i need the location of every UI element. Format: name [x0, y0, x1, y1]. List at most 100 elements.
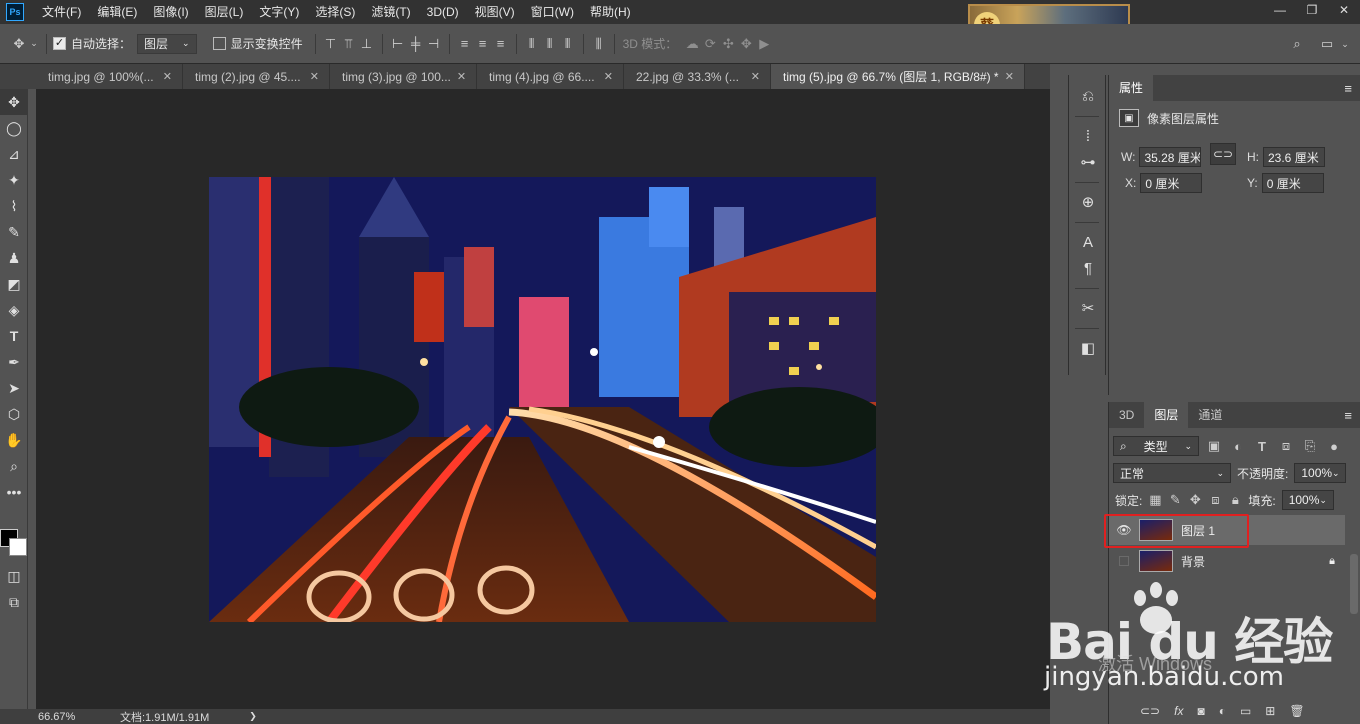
eyedropper-tool[interactable]: ⌇	[0, 193, 28, 219]
adjustments-icon[interactable]: ⊶	[1069, 149, 1107, 175]
distribute-top-icon[interactable]: ≡	[456, 35, 474, 53]
quick-mask-tool[interactable]: ◫	[0, 563, 28, 589]
zoom-tool[interactable]: ⌕	[0, 453, 28, 479]
shape-tool[interactable]: ⬡	[0, 401, 28, 427]
path-select-tool[interactable]: ➤	[0, 375, 28, 401]
magic-wand-tool[interactable]: ✦	[0, 167, 28, 193]
tab-3d[interactable]: 3D	[1109, 402, 1144, 428]
document-image[interactable]	[209, 177, 876, 622]
close-button[interactable]: ✕	[1328, 0, 1360, 20]
link-layers-icon[interactable]: ⊂⊃	[1140, 704, 1160, 718]
tab-timg[interactable]: timg.jpg @ 100%(... ✕	[36, 64, 183, 89]
layer-filter-dropdown[interactable]: ⌕ 类型 ⌄	[1113, 436, 1199, 456]
fx-icon[interactable]: fx	[1174, 704, 1183, 718]
tab-timg-4[interactable]: timg (4).jpg @ 66.... ✕	[477, 64, 624, 89]
align-left-icon[interactable]: ⊢	[389, 35, 407, 53]
distribute-left-icon[interactable]: ⦀	[523, 35, 541, 53]
auto-select-target-dropdown[interactable]: 图层 ⌄	[137, 33, 197, 54]
layer-row-background[interactable]: 背景 🔒︎	[1109, 546, 1345, 576]
3d-camera-icon[interactable]: ▶	[755, 35, 773, 53]
clone-source-icon[interactable]: ⊕	[1069, 189, 1107, 215]
layers-scrollbar[interactable]	[1350, 554, 1358, 614]
navigator-icon[interactable]: ◧	[1069, 335, 1107, 361]
lock-transparent-icon[interactable]: ▦	[1148, 491, 1162, 509]
auto-select-checkbox[interactable]: ✓	[53, 37, 66, 50]
y-field[interactable]: 0 厘米	[1261, 173, 1324, 193]
paint-bucket-tool[interactable]: ◈	[0, 297, 28, 323]
blend-mode-dropdown[interactable]: 正常 ⌄	[1113, 463, 1231, 483]
filter-smart-object-icon[interactable]: ⎘	[1301, 437, 1319, 455]
distribute-bottom-icon[interactable]: ≡	[492, 35, 510, 53]
zoom-level[interactable]: 66.67%	[0, 711, 80, 723]
show-transform-checkbox[interactable]	[212, 37, 226, 50]
3d-drag-icon[interactable]: ✣	[719, 35, 737, 53]
workspace-icon[interactable]: ▭	[1318, 35, 1336, 53]
auto-select-option[interactable]: ✓ 自动选择：	[53, 35, 131, 52]
menu-image[interactable]: 图像(I)	[145, 0, 196, 24]
align-top-icon[interactable]: ⊤	[322, 35, 340, 53]
adjustment-layer-icon[interactable]: ◐	[1219, 704, 1226, 718]
more-tools[interactable]: •••	[0, 479, 28, 505]
pen-tool[interactable]: ✒	[0, 349, 28, 375]
new-layer-icon[interactable]: ⊞	[1265, 704, 1275, 718]
lock-position-icon[interactable]: ✥	[1188, 491, 1202, 509]
paragraph-icon[interactable]: ¶	[1069, 255, 1107, 281]
x-field[interactable]: 0 厘米	[1140, 173, 1203, 193]
tab-timg-5-active[interactable]: timg (5).jpg @ 66.7% (图层 1, RGB/8#) * ✕	[771, 64, 1025, 89]
menu-edit[interactable]: 编辑(E)	[89, 0, 145, 24]
filter-pixel-icon[interactable]: ▣	[1205, 437, 1223, 455]
brush-tool[interactable]: ✎	[0, 219, 28, 245]
tab-channels[interactable]: 通道	[1188, 402, 1232, 428]
lock-artboard-icon[interactable]: ⧈	[1208, 491, 1222, 509]
menu-3d[interactable]: 3D(D)	[419, 0, 467, 24]
auto-align-icon[interactable]: ⫼	[590, 35, 608, 53]
menu-help[interactable]: 帮助(H)	[582, 0, 639, 24]
close-icon[interactable]: ✕	[1005, 70, 1014, 83]
move-tool[interactable]: ✥	[0, 89, 28, 115]
distribute-hcenter-icon[interactable]: ⦀	[541, 35, 559, 53]
visibility-toggle[interactable]	[1109, 556, 1139, 566]
stamp-tool[interactable]: ♟	[0, 245, 28, 271]
move-tool-icon[interactable]: ✥	[10, 35, 28, 53]
distribute-vcenter-icon[interactable]: ≡	[474, 35, 492, 53]
canvas-area[interactable]	[36, 89, 1050, 709]
lock-pixels-icon[interactable]: ✎	[1168, 491, 1182, 509]
tab-timg-2[interactable]: timg (2).jpg @ 45.... ✕	[183, 64, 330, 89]
hand-tool[interactable]: ✋	[0, 427, 28, 453]
menu-type[interactable]: 文字(Y)	[251, 0, 307, 24]
height-field[interactable]: 23.6 厘米	[1263, 147, 1325, 167]
minimize-button[interactable]: —	[1264, 0, 1296, 20]
eraser-tool[interactable]: ◩	[0, 271, 28, 297]
tool-presets-icon[interactable]: ✂	[1069, 295, 1107, 321]
tab-timg-3[interactable]: timg (3).jpg @ 100... ✕	[330, 64, 477, 89]
lock-all-icon[interactable]: 🔒︎	[1228, 491, 1242, 509]
chevron-down-icon[interactable]: ⌄	[28, 35, 40, 53]
fill-field[interactable]: 100% ⌄	[1281, 490, 1334, 510]
status-menu-arrow[interactable]: ❯	[249, 711, 257, 722]
3d-roll-icon[interactable]: ⟳	[701, 35, 719, 53]
group-icon[interactable]: ▭	[1240, 704, 1251, 718]
restore-button[interactable]: ❐	[1296, 0, 1328, 20]
trash-icon[interactable]: 🗑︎	[1289, 704, 1304, 718]
align-bottom-icon[interactable]: ⊥	[358, 35, 376, 53]
align-right-icon[interactable]: ⊣	[425, 35, 443, 53]
filter-type-icon[interactable]: T	[1253, 437, 1271, 455]
close-icon[interactable]: ✕	[457, 70, 466, 83]
align-hcenter-icon[interactable]: ╪	[407, 35, 425, 53]
filter-toggle-icon[interactable]: ●	[1325, 437, 1343, 455]
tab-22[interactable]: 22.jpg @ 33.3% (... ✕	[624, 64, 771, 89]
width-field[interactable]: 35.28 厘米	[1139, 147, 1202, 167]
type-tool[interactable]: T	[0, 323, 28, 349]
close-icon[interactable]: ✕	[604, 70, 613, 83]
marquee-tool[interactable]: ◯	[0, 115, 28, 141]
character-icon[interactable]: A	[1069, 229, 1107, 255]
close-icon[interactable]: ✕	[751, 70, 760, 83]
menu-window[interactable]: 窗口(W)	[523, 0, 582, 24]
add-mask-icon[interactable]: ◙	[1197, 704, 1204, 718]
align-vcenter-icon[interactable]: ⫪	[340, 35, 358, 53]
3d-orbit-icon[interactable]: ☁	[683, 35, 701, 53]
screen-mode-tool[interactable]: ⧉	[0, 589, 28, 615]
3d-slide-icon[interactable]: ✥	[737, 35, 755, 53]
chevron-down-icon[interactable]: ⌄	[1336, 35, 1354, 53]
lasso-tool[interactable]: ⊿	[0, 141, 28, 167]
